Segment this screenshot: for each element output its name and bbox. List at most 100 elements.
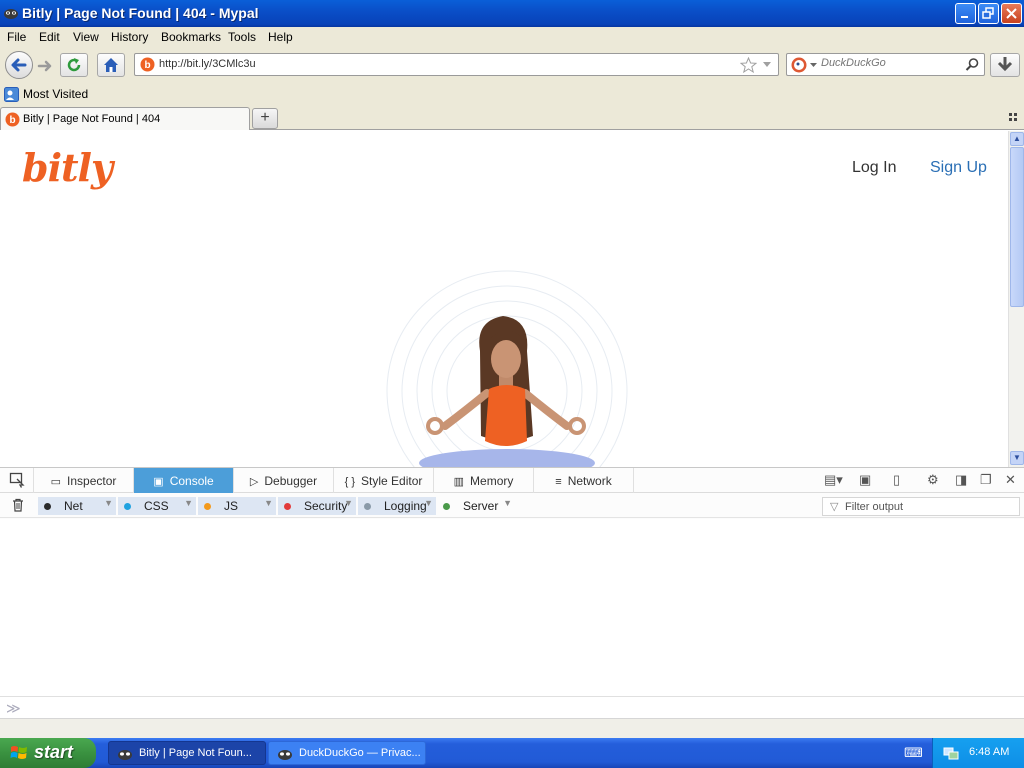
windows-taskbar: start Bitly | Page Not Foun... DuckDuckG… xyxy=(0,738,1024,768)
keyboard-icon[interactable]: ⌨ xyxy=(904,745,923,761)
filter-net[interactable]: Net ▼ xyxy=(38,497,116,515)
system-tray: 6:48 AM xyxy=(932,738,1024,768)
home-button[interactable] xyxy=(97,53,125,77)
url-bar[interactable]: b http://bit.ly/3CMlc3u xyxy=(134,53,779,76)
taskbar-item-label: DuckDuckGo — Privac... xyxy=(299,747,421,759)
forward-button[interactable] xyxy=(35,56,55,76)
clock: 6:48 AM xyxy=(969,746,1010,758)
downloads-button[interactable] xyxy=(990,53,1020,77)
dock-side-icon[interactable]: ◨ xyxy=(955,472,967,488)
web-page: bitly Log In Sign Up xyxy=(0,131,1008,467)
split-console-icon[interactable]: ▣ xyxy=(859,472,871,488)
search-icon[interactable] xyxy=(965,57,980,72)
chevron-down-icon: ▼ xyxy=(344,498,353,508)
settings-gear-icon[interactable]: ⚙ xyxy=(927,472,939,488)
filter-logging[interactable]: Logging ▼ xyxy=(358,497,436,515)
reload-icon xyxy=(67,58,81,72)
scroll-up-button[interactable]: ▲ xyxy=(1010,132,1024,146)
close-devtools-icon[interactable]: ✕ xyxy=(1005,472,1016,488)
bitly-favicon-icon: b xyxy=(140,57,155,72)
filter-security[interactable]: Security ▼ xyxy=(278,497,356,515)
chevron-down-icon: ▼ xyxy=(503,498,512,508)
scroll-down-button[interactable]: ▼ xyxy=(1010,451,1024,465)
clear-console-icon[interactable] xyxy=(10,497,26,516)
window-titlebar[interactable]: Bitly | Page Not Found | 404 - Mypal xyxy=(0,0,1024,27)
bookmark-star-icon[interactable] xyxy=(740,57,757,73)
filter-server-label: Server xyxy=(463,499,499,513)
filter-js-label: JS xyxy=(224,499,239,513)
filter-js[interactable]: JS ▼ xyxy=(198,497,276,515)
search-bar[interactable] xyxy=(786,53,985,76)
window-title: Bitly | Page Not Found | 404 - Mypal xyxy=(22,5,259,21)
devtools-panel: ▭ Inspector ▣ Console ▷ Debugger { } Style E… xyxy=(0,467,1024,739)
menu-history[interactable]: History xyxy=(111,30,148,44)
start-button[interactable]: start xyxy=(0,738,96,768)
menu-file[interactable]: File xyxy=(7,30,26,44)
undock-window-icon[interactable]: ❐ xyxy=(980,472,992,488)
tab-inspector-label: Inspector xyxy=(67,474,117,488)
filter-css-label: CSS xyxy=(144,499,169,513)
taskbar-item-bitly[interactable]: Bitly | Page Not Foun... xyxy=(108,741,266,765)
tab-network[interactable]: ≡ Network xyxy=(534,468,634,493)
close-window-button[interactable] xyxy=(1001,3,1022,24)
tab-strip: b Bitly | Page Not Found | 404 + xyxy=(0,105,1024,130)
tab-debugger[interactable]: ▷ Debugger xyxy=(234,468,334,493)
frame-picker-icon[interactable]: ▤▾ xyxy=(824,472,843,488)
back-button[interactable] xyxy=(5,51,33,79)
svg-text:b: b xyxy=(9,115,15,126)
duckduckgo-engine-icon[interactable] xyxy=(791,57,807,73)
filter-css[interactable]: CSS ▼ xyxy=(118,497,196,515)
search-input[interactable] xyxy=(821,57,961,69)
mypal-task-icon xyxy=(118,750,132,760)
page-scrollbar[interactable]: ▲ ▼ xyxy=(1008,131,1024,467)
taskbar-item-duckduckgo[interactable]: DuckDuckGo — Privac... xyxy=(268,741,426,765)
console-input[interactable]: ≫ xyxy=(0,696,1024,718)
tab-style-editor[interactable]: { } Style Editor xyxy=(334,468,434,493)
sign-up-link[interactable]: Sign Up xyxy=(930,159,987,177)
tab-console[interactable]: ▣ Console xyxy=(134,468,234,493)
mypal-app-icon xyxy=(4,9,18,19)
windows-flag-icon xyxy=(10,746,27,759)
scroll-thumb[interactable] xyxy=(1010,147,1024,307)
element-picker-button[interactable] xyxy=(0,468,34,493)
tab-list-icon[interactable] xyxy=(1009,113,1019,123)
minimize-button[interactable] xyxy=(955,3,976,24)
responsive-design-icon[interactable]: ▯ xyxy=(893,472,900,488)
tab-memory[interactable]: ▥ Memory xyxy=(434,468,534,493)
menu-view[interactable]: View xyxy=(73,30,99,44)
devtools-tab-bar: ▭ Inspector ▣ Console ▷ Debugger { } Style E… xyxy=(0,468,1024,493)
reload-button[interactable] xyxy=(60,53,88,77)
chevron-down-icon: ▼ xyxy=(424,498,433,508)
search-engine-dropdown-icon[interactable] xyxy=(810,63,817,68)
new-tab-button[interactable]: + xyxy=(252,108,278,129)
debugger-icon: ▷ xyxy=(249,476,259,488)
css-dot xyxy=(124,503,131,510)
log-in-link[interactable]: Log In xyxy=(852,159,896,177)
most-visited-folder[interactable]: Most Visited xyxy=(4,87,88,102)
filter-net-label: Net xyxy=(64,499,83,513)
net-dot xyxy=(44,503,51,510)
bitly-logo[interactable]: bitly xyxy=(22,145,113,190)
filter-output-input[interactable]: ▽ Filter output xyxy=(822,497,1020,516)
bitly-tab-favicon-icon: b xyxy=(5,112,20,127)
menu-bookmarks[interactable]: Bookmarks xyxy=(161,30,221,44)
menu-help[interactable]: Help xyxy=(268,30,293,44)
menu-bar: File Edit View History Bookmarks Tools H… xyxy=(0,27,1024,47)
bookmarks-toolbar: Most Visited xyxy=(0,83,1024,105)
console-output xyxy=(0,519,1024,696)
network-tray-icon[interactable] xyxy=(943,745,959,761)
filter-server[interactable]: Server ▼ xyxy=(437,497,515,515)
tab-console-label: Console xyxy=(169,474,214,488)
chevron-down-icon: ▼ xyxy=(264,498,273,508)
menu-tools[interactable]: Tools xyxy=(228,30,256,44)
tab-bitly[interactable]: b Bitly | Page Not Found | 404 xyxy=(0,107,250,130)
download-icon xyxy=(997,57,1013,72)
logging-dot xyxy=(364,503,371,510)
svg-text:b: b xyxy=(144,60,150,71)
chevron-down-icon: ▼ xyxy=(104,498,113,508)
menu-edit[interactable]: Edit xyxy=(39,30,60,44)
url-dropdown-icon[interactable] xyxy=(762,61,772,69)
restore-button[interactable] xyxy=(978,3,999,24)
taskbar-item-label: Bitly | Page Not Foun... xyxy=(139,747,252,759)
tab-inspector[interactable]: ▭ Inspector xyxy=(34,468,134,493)
